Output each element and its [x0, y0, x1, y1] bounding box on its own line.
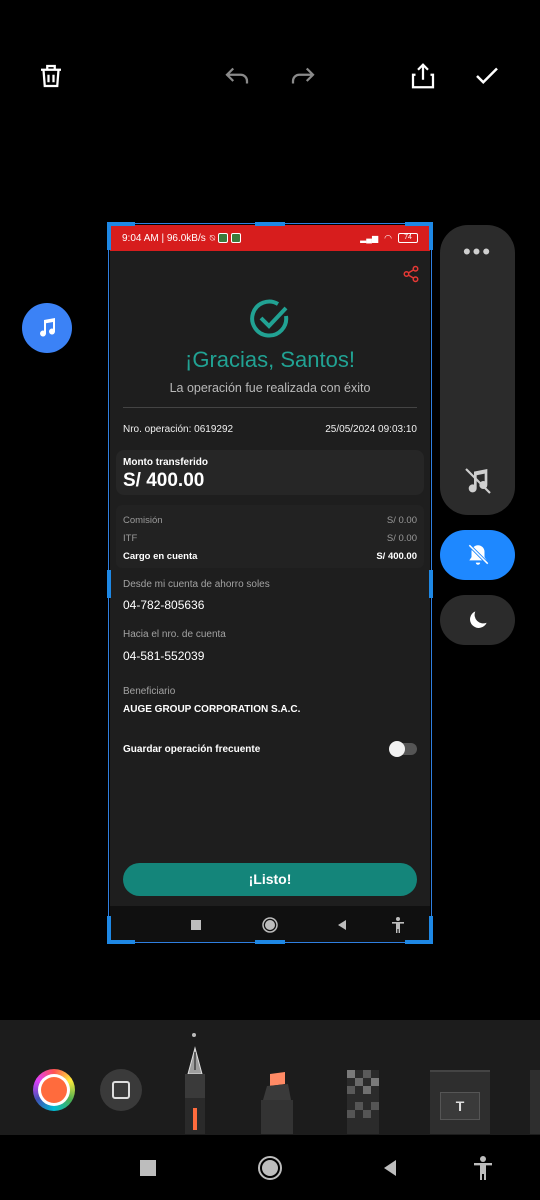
music-note-icon	[40, 318, 56, 337]
crop-handle-top-left[interactable]	[107, 222, 135, 226]
system-nav-bar	[0, 1135, 540, 1200]
selected-tool-indicator	[192, 1033, 196, 1037]
crop-handle-bottom-right[interactable]	[429, 916, 433, 944]
silent-mode-toggle[interactable]	[440, 530, 515, 580]
music-off-icon[interactable]	[462, 465, 494, 497]
square-shape-icon	[112, 1081, 130, 1099]
crop-frame[interactable]	[107, 222, 433, 944]
undo-icon	[225, 67, 249, 84]
color-picker-button[interactable]	[33, 1069, 75, 1111]
text-tool-icon: T	[440, 1092, 480, 1120]
home-button[interactable]	[257, 1155, 283, 1181]
crop-handle-bottom-left[interactable]	[107, 940, 135, 944]
crop-handle-bottom-left[interactable]	[107, 916, 111, 944]
crop-handle-right[interactable]	[429, 570, 433, 598]
crop-handle-top-right[interactable]	[429, 222, 433, 250]
selected-color-swatch	[41, 1077, 67, 1103]
trash-icon	[41, 64, 61, 88]
check-icon	[476, 67, 498, 85]
bell-off-icon	[467, 544, 489, 565]
dark-mode-toggle[interactable]	[440, 595, 515, 645]
highlighter-tool[interactable]	[257, 1070, 297, 1134]
shape-tool-button[interactable]	[100, 1069, 142, 1111]
mosaic-tool[interactable]	[343, 1068, 383, 1134]
crop-handle-top-left[interactable]	[107, 222, 111, 250]
confirm-button[interactable]	[467, 56, 507, 96]
recents-button[interactable]	[135, 1155, 161, 1181]
back-button[interactable]	[377, 1155, 403, 1181]
redo-button[interactable]	[283, 56, 323, 96]
music-bubble-button[interactable]	[22, 303, 72, 353]
moon-icon	[469, 611, 487, 628]
crop-handle-left[interactable]	[107, 570, 111, 598]
next-tool-edge	[530, 1070, 540, 1134]
accessibility-button[interactable]	[470, 1155, 496, 1181]
crop-handle-top[interactable]	[255, 222, 285, 226]
crop-handle-bottom[interactable]	[255, 940, 285, 944]
text-tool[interactable]: T	[430, 1070, 490, 1134]
pen-tool[interactable]	[180, 1046, 210, 1134]
redo-icon	[291, 67, 315, 84]
side-panel: •••	[440, 225, 515, 515]
delete-button[interactable]	[31, 56, 71, 96]
share-upload-icon	[411, 63, 435, 89]
more-options-icon[interactable]: •••	[440, 239, 515, 265]
undo-button[interactable]	[217, 56, 257, 96]
share-button[interactable]	[403, 56, 443, 96]
